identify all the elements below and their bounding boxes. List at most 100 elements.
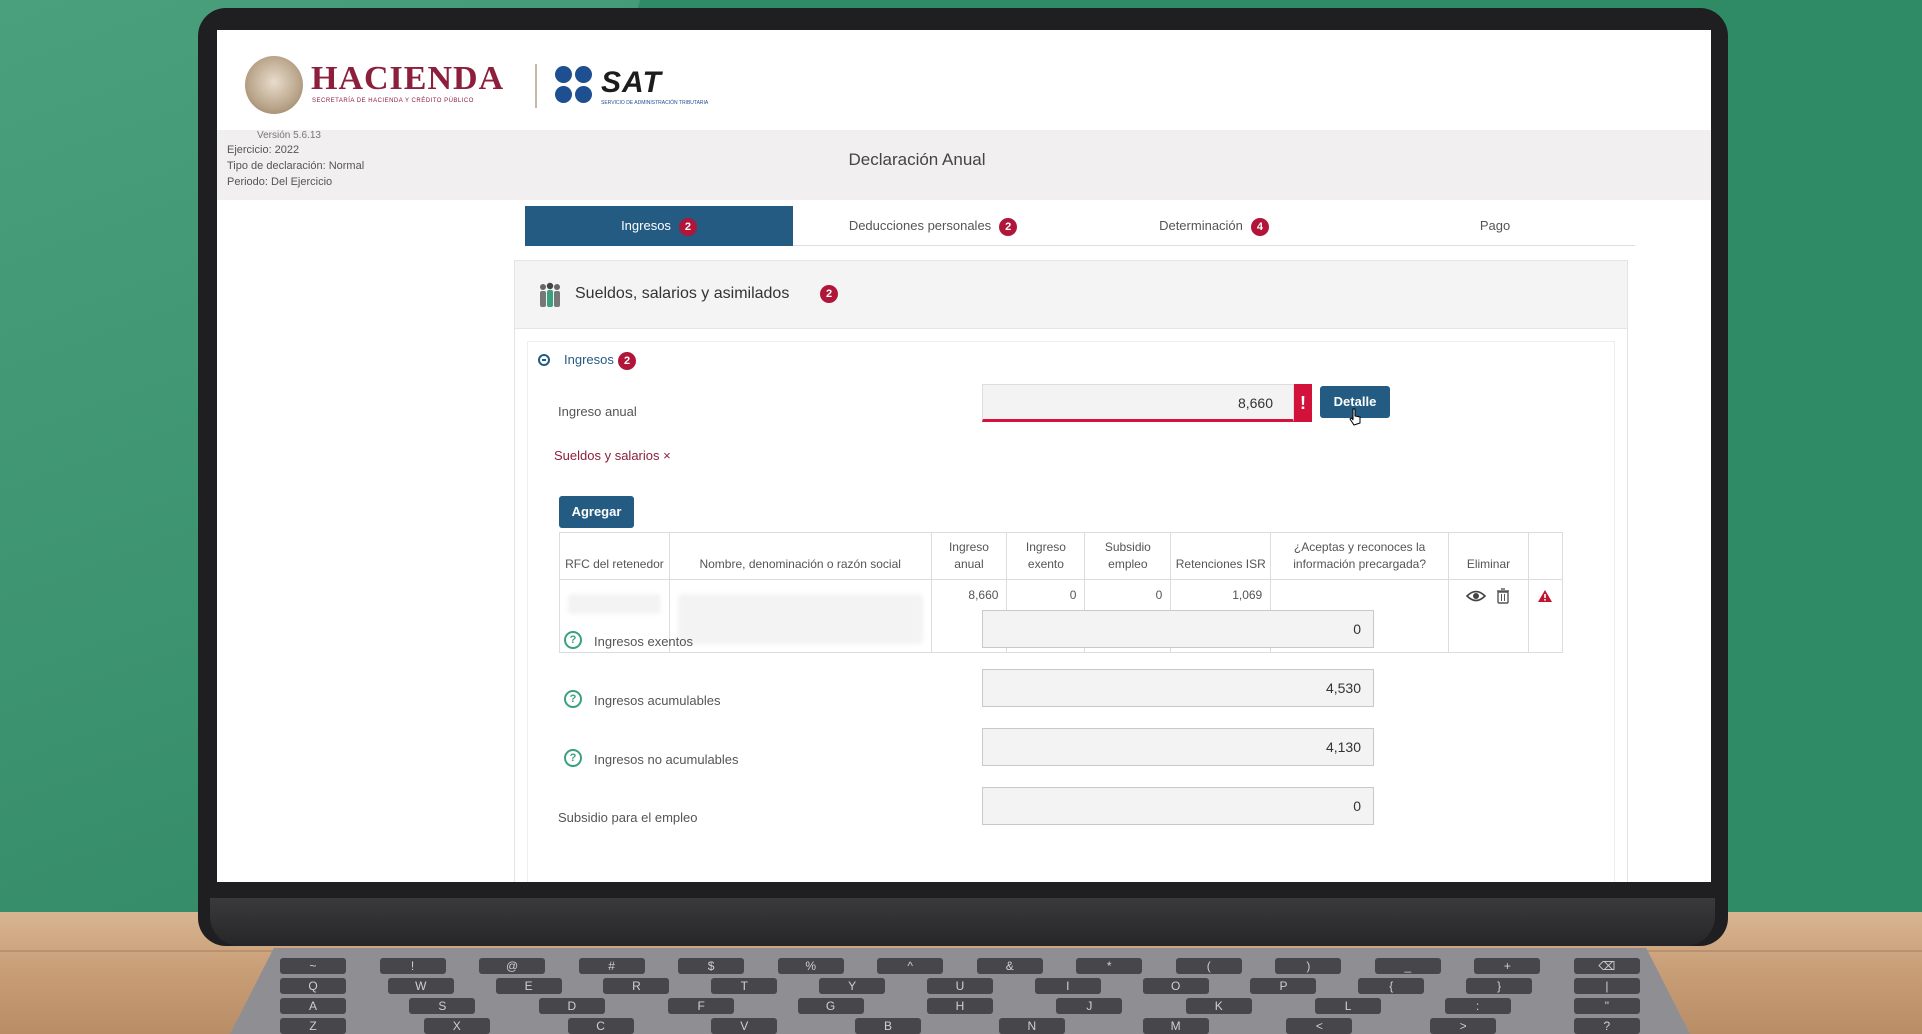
section-badge: 2 [820,285,838,303]
keyboard-key: % [777,958,844,974]
keyboard-key: U [926,978,993,994]
blurred-rfc [568,594,661,614]
ingresos-exentos-label: Ingresos exentos [594,634,694,649]
section-title: Sueldos, salarios y asimilados [575,285,790,302]
keyboard-key: { [1358,978,1425,994]
keyboard-row-1: ~! @ # $% ^ & * () _ + ⌫ [280,958,1640,976]
keyboard-row-4: Z X C V B N M < >? [280,1018,1640,1034]
ingresos-acumulables-field[interactable]: 4,530 [982,669,1374,707]
col-acepta: ¿Aceptas y reconoces la información prec… [1270,532,1450,580]
keyboard-key: > [1430,1018,1497,1034]
subsection-title[interactable]: Ingresos [564,352,614,367]
cell-nombre [668,579,932,653]
logo-divider [535,64,537,108]
keyboard-key: # [578,958,645,974]
help-icon[interactable]: ? [564,690,582,708]
keyboard-key: _ [1374,958,1441,974]
warning-triangle-icon[interactable] [1537,589,1553,603]
col-subsidio-empleo: Subsidio empleo [1084,532,1172,580]
keyboard-key: O [1142,978,1209,994]
ingresos-exentos-field[interactable]: 0 [982,610,1374,648]
keyboard-key: ^ [877,958,944,974]
keyboard-key: : [1444,998,1511,1014]
cell-alert [1527,579,1564,653]
error-flag-icon: ! [1294,384,1312,422]
ingresos-no-acumulables-label: Ingresos no acumulables [594,752,739,767]
keyboard-key: Q [280,978,346,994]
ingreso-anual-field[interactable]: 8,660 [982,384,1294,422]
sat-logo-subtitle: SERVICIO DE ADMINISTRACIÓN TRIBUTARIA [601,100,709,106]
hacienda-logo-subtitle: SECRETARÍA DE HACIENDA Y CRÉDITO PÚBLICO [312,98,474,104]
tab-label: Pago [1479,218,1511,233]
eye-icon[interactable] [1465,589,1486,603]
keyboard-key: A [280,998,346,1014]
declaration-info-band: Versión 5.6.13 Ejercicio: 2022 Tipo de d… [217,130,1711,200]
page-title: Declaración Anual [848,150,986,169]
keyboard-key: ? [1573,1018,1640,1034]
section-header[interactable]: Sueldos, salarios y asimilados 2 [515,261,1627,329]
keyboard-key: Z [280,1018,346,1034]
blurred-nombre [677,594,923,644]
col-ingreso-exento: Ingreso exento [1006,532,1086,580]
tab-determinacion[interactable]: Determinación 4 [1073,206,1355,246]
col-retenciones-isr: Retenciones ISR [1170,532,1272,580]
keyboard-key: X [423,1018,490,1034]
col-eliminar: Eliminar [1448,532,1529,580]
keyboard-key: & [976,958,1043,974]
col-rfc: RFC del retenedor [559,532,670,580]
sat-logo-text: SAT [601,66,662,99]
col-ingreso-anual: Ingreso anual [930,532,1008,580]
keyboard-key: G [797,998,864,1014]
keyboard-key: C [567,1018,634,1034]
help-icon[interactable]: ? [564,631,582,649]
keyboard-key: J [1056,998,1123,1014]
col-nombre: Nombre, denominación o razón social [668,532,932,580]
tab-badge: 4 [1250,217,1269,236]
keyboard-key: H [926,998,993,1014]
keyboard-key: $ [678,958,745,974]
tab-label: Deducciones personales [848,218,992,233]
keyboard-key: | [1573,978,1640,994]
help-icon[interactable]: ? [564,749,582,767]
declaration-tabs: Ingresos 2 Deducciones personales 2 Determ… [525,206,1635,246]
tab-ingresos[interactable]: Ingresos 2 [525,206,793,246]
keyboard-key: F [668,998,735,1014]
subsidio-empleo-label: Subsidio para el empleo [558,810,698,825]
keyboard-key: ! [379,958,446,974]
subsection-badge: 2 [618,352,636,370]
ingresos-no-acumulables-field[interactable]: 4,130 [982,728,1374,766]
tab-badge: 2 [678,217,697,236]
keyboard-key: D [538,998,605,1014]
collapse-minus-icon[interactable] [538,354,550,366]
tab-deducciones-personales[interactable]: Deducciones personales 2 [793,206,1073,246]
keyboard-key: S [409,998,476,1014]
keyboard-key: N [998,1018,1065,1034]
keyboard-key: M [1142,1018,1209,1034]
trash-icon[interactable] [1495,588,1511,604]
periodo-text: Periodo: Del Ejercicio [227,176,333,188]
keyboard-row-2: Q W E R T Y U I O P {} | [280,978,1640,996]
tab-badge: 2 [999,217,1018,236]
sat-logo-icon [555,66,595,106]
keyboard-key: E [495,978,562,994]
keyboard-key: I [1034,978,1101,994]
keyboard-key: } [1466,978,1533,994]
keyboard-key: K [1185,998,1252,1014]
keyboard-key: + [1474,958,1541,974]
laptop-screen: HACIENDA SECRETARÍA DE HACIENDA Y CRÉDIT… [217,30,1711,882]
keyboard-key: V [711,1018,778,1034]
gov-header: HACIENDA SECRETARÍA DE HACIENDA Y CRÉDIT… [217,30,1711,130]
version-text: Versión 5.6.13 [257,130,321,141]
subsidio-empleo-field[interactable]: 0 [982,787,1374,825]
laptop-hinge [210,898,1715,946]
agregar-button[interactable]: Agregar [559,496,634,528]
tab-label: Determinación [1159,218,1243,233]
keyboard-key: Y [819,978,886,994]
hand-cursor-icon [1349,408,1361,426]
keyboard-key: ( [1175,958,1242,974]
ingreso-anual-label: Ingreso anual [558,404,637,419]
sueldos-salarios-link[interactable]: Sueldos y salarios × [554,448,671,463]
mexico-seal-icon [245,56,303,114]
hacienda-logo-text: HACIENDA [311,60,505,97]
tab-pago[interactable]: Pago [1355,206,1635,246]
